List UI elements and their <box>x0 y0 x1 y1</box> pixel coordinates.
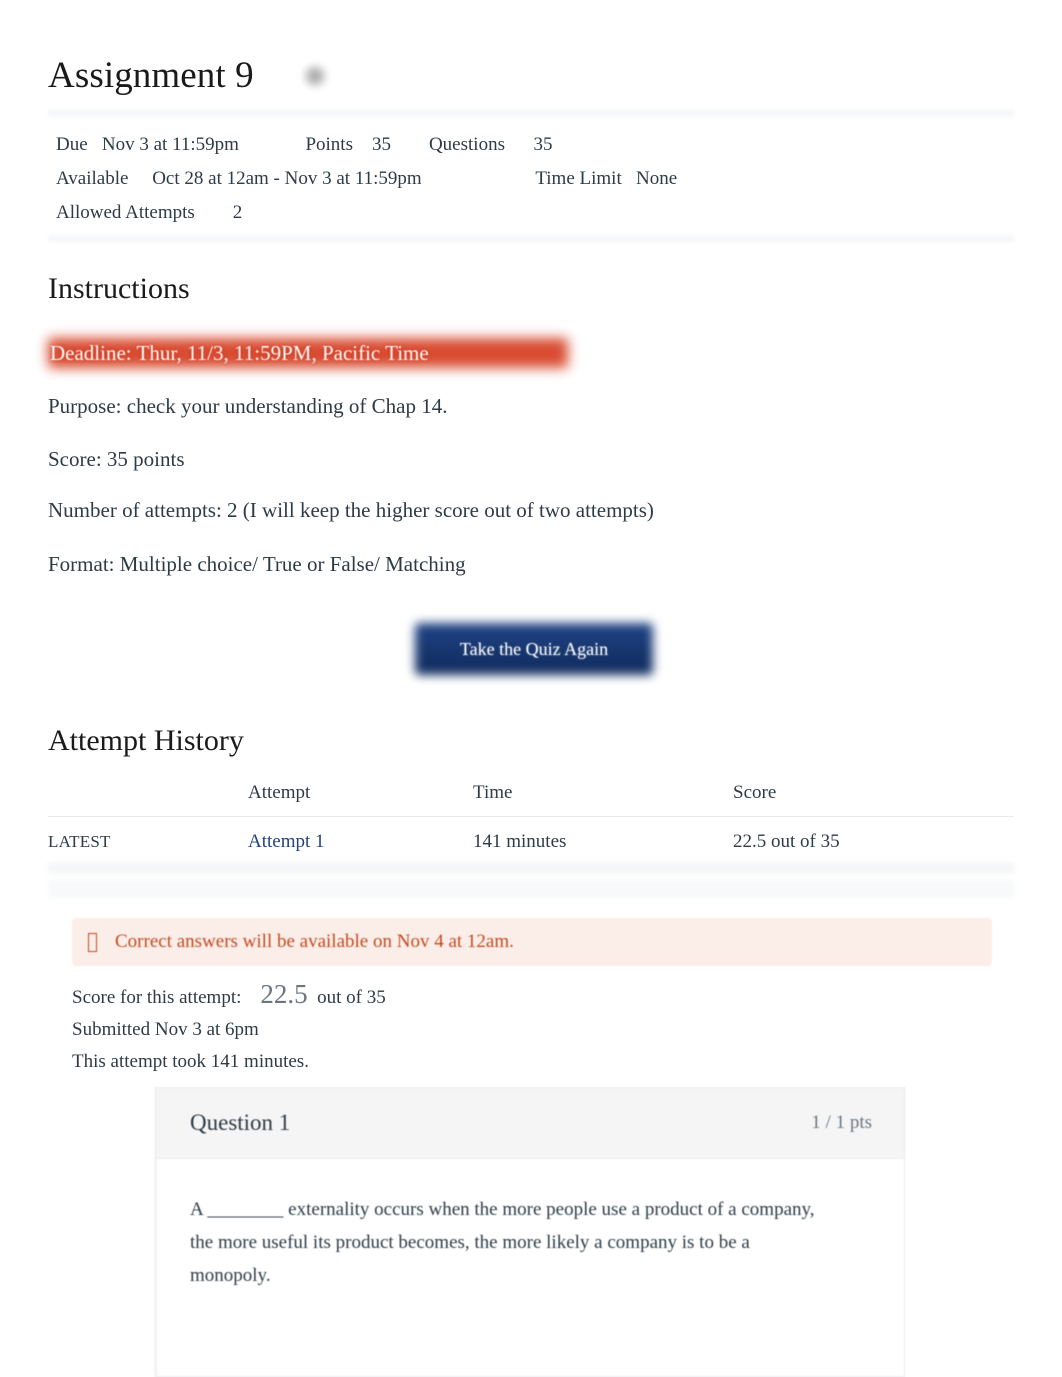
question-title: Question 1 <box>190 1110 291 1135</box>
deadline-banner: Deadline: Thur, 11/3, 11:59PM, Pacific T… <box>48 336 568 370</box>
published-check-icon <box>301 63 328 89</box>
table-footer-band-2 <box>48 880 1014 898</box>
column-header-time: Time <box>473 782 733 817</box>
score-label: Score for this attempt: <box>72 987 242 1008</box>
instructions-heading: Instructions <box>48 272 190 305</box>
score-for-attempt-line: Score for this attempt: 22.5 out of 35 <box>72 978 386 1014</box>
cell-attempt: Attempt 1 <box>248 816 473 868</box>
take-quiz-again-button[interactable]: Take the Quiz Again <box>415 623 653 675</box>
attempt-history-heading: Attempt History <box>48 724 244 757</box>
instruction-paragraph-format: Format: Multiple choice/ True or False/ … <box>48 552 466 576</box>
question-text: A ________ externality occurs when the m… <box>190 1199 815 1286</box>
duration-line: This attempt took 141 minutes. <box>72 1051 309 1072</box>
submitted-line: Submitted Nov 3 at 6pm <box>72 1019 259 1040</box>
page-title: Assignment 9 <box>48 54 254 96</box>
column-header-attempt: Attempt <box>248 782 473 817</box>
quiz-title-row: Assignment 9 <box>0 0 1062 102</box>
header-divider-top <box>48 108 1014 118</box>
instruction-paragraph-purpose: Purpose: check your understanding of Cha… <box>48 394 448 418</box>
instruction-paragraph-attempts: Number of attempts: 2 (I will keep the h… <box>48 498 654 522</box>
cell-time: 141 minutes <box>473 816 733 868</box>
cell-kept: LATEST <box>48 816 248 868</box>
header-divider-bottom <box>48 234 1014 244</box>
score-value: 22.5 <box>260 979 308 1009</box>
attempt-history-table: Attempt Time Score LATEST Attempt 1 141 … <box>48 782 1014 868</box>
attempt-summary: Score for this attempt: 22.5 out of 35 S… <box>72 978 386 1078</box>
table-footer-band-1 <box>48 862 1014 874</box>
quiz-results-page: Assignment 9 Due Nov 3 at 11:59pm Points… <box>0 0 1062 1377</box>
deadline-text: Deadline: Thur, 11/3, 11:59PM, Pacific T… <box>50 341 429 365</box>
correct-answers-notice-text: Correct answers will be available on Nov… <box>115 931 514 952</box>
column-header-score: Score <box>733 782 1014 817</box>
take-quiz-again-label: Take the Quiz Again <box>459 638 609 659</box>
quiz-details: Due Nov 3 at 11:59pm Points 35 Questions… <box>56 128 1016 230</box>
attempt-1-link[interactable]: Attempt 1 <box>248 831 325 852</box>
question-left-rail <box>155 1159 157 1377</box>
table-row: LATEST Attempt 1 141 minutes 22.5 out of… <box>48 816 1014 868</box>
cell-score: 22.5 out of 35 <box>733 816 1014 868</box>
info-icon <box>88 932 97 952</box>
quiz-detail-line-available: Available Oct 28 at 12am - Nov 3 at 11:5… <box>56 168 678 189</box>
correct-answers-notice: Correct answers will be available on Nov… <box>72 918 992 966</box>
quiz-detail-line-attempts: Allowed Attempts 2 <box>56 202 243 223</box>
score-out-of: out of 35 <box>317 987 386 1008</box>
column-header-kept <box>48 782 248 817</box>
question-header: Question 1 1 / 1 pts <box>155 1087 905 1159</box>
question-points: 1 / 1 pts <box>811 1112 872 1133</box>
instruction-paragraph-score: Score: 35 points <box>48 447 185 471</box>
quiz-detail-line-due: Due Nov 3 at 11:59pm Points 35 Questions… <box>56 134 553 155</box>
table-header-row: Attempt Time Score <box>48 782 1014 817</box>
